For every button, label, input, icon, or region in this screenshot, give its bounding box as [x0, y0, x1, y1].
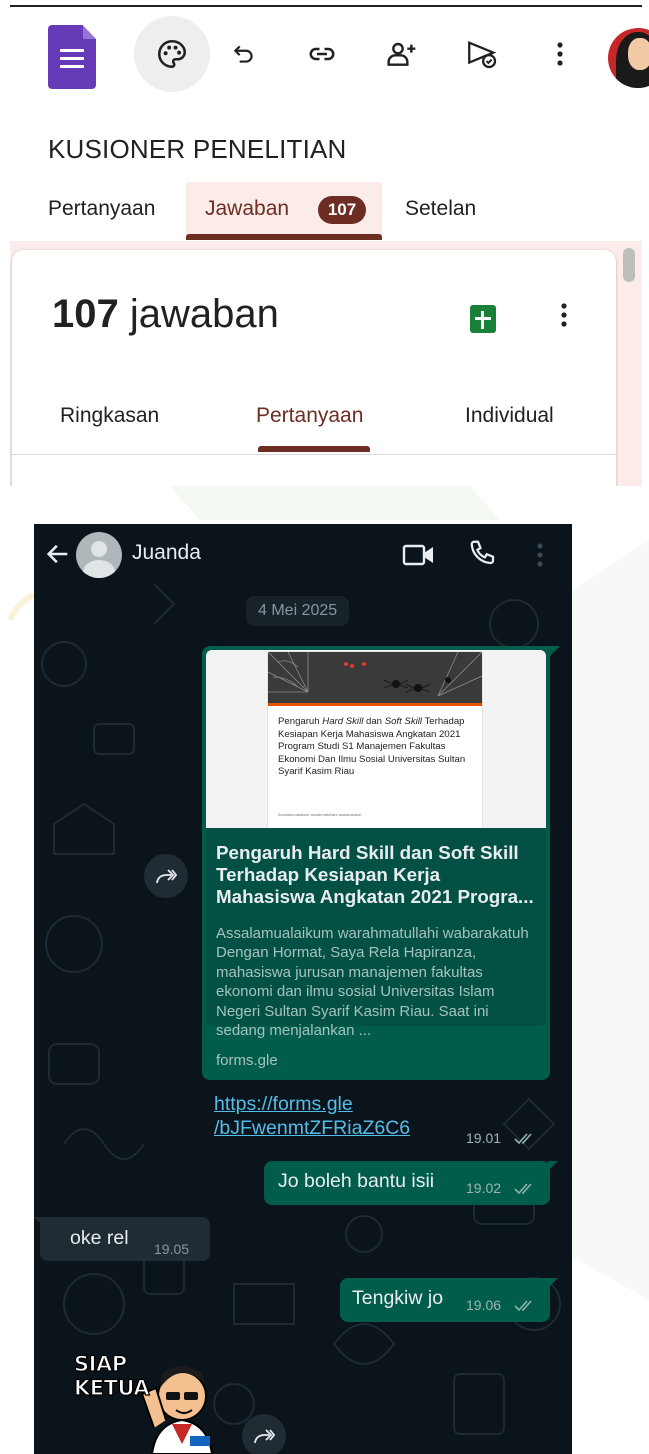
link-preview-domain: forms.gle: [216, 1052, 278, 1069]
responses-count-heading: 107 jawaban: [52, 292, 279, 336]
back-arrow-icon[interactable]: [44, 540, 72, 568]
response-count-badge: 107: [318, 196, 366, 224]
tab-jawaban[interactable]: Jawaban: [205, 197, 289, 221]
scrollbar[interactable]: [623, 248, 635, 282]
bubble-tail: [548, 1161, 558, 1171]
forward-icon[interactable]: [144, 854, 188, 898]
subtab-individual[interactable]: Individual: [465, 404, 554, 428]
form-header-thumbnail: Pengaruh Hard Skill dan Soft Skill Terha…: [267, 651, 483, 828]
forward-icon[interactable]: [242, 1414, 286, 1454]
divider: [12, 454, 616, 455]
link-preview-title: Pengaruh Hard Skill dan Soft Skill Terha…: [216, 842, 534, 907]
tab-setelan[interactable]: Setelan: [405, 197, 476, 221]
read-ticks-icon: [514, 1133, 532, 1145]
message-time: 19.05: [154, 1241, 190, 1257]
spider-web-decoration: [267, 651, 483, 697]
tab-pertanyaan[interactable]: Pertanyaan: [48, 197, 155, 221]
subtab-pertanyaan[interactable]: Pertanyaan: [256, 404, 363, 428]
form-banner: [267, 651, 483, 706]
read-ticks-icon: [514, 1300, 532, 1312]
message-text: Tengkiw jo: [352, 1287, 444, 1309]
more-vert-icon[interactable]: [536, 30, 584, 78]
link-preview-image[interactable]: Pengaruh Hard Skill dan Soft Skill Terha…: [206, 650, 546, 828]
account-avatar[interactable]: [608, 28, 649, 88]
contact-avatar[interactable]: [76, 532, 122, 578]
bubble-tail: [34, 1217, 42, 1225]
form-thumbnail-intro: Assalamualaikum warahmatullahi wabarakat…: [278, 812, 362, 817]
bubble-tail: [548, 1278, 558, 1288]
message-link[interactable]: https://forms.gle/bJFwenmtZFRiaZ6C6: [214, 1092, 454, 1140]
tab-active-indicator: [186, 234, 382, 240]
undo-icon[interactable]: [220, 30, 268, 78]
message-text: Jo boleh bantu isii: [278, 1170, 435, 1192]
document-page: KUSIONER PENELITIAN Pertanyaan Jawaban 1…: [0, 0, 649, 1454]
google-forms-screenshot: KUSIONER PENELITIAN Pertanyaan Jawaban 1…: [0, 0, 649, 486]
sticker-caption: SIAP KETUA: [73, 1351, 150, 1400]
date-separator: 4 Mei 2025: [246, 596, 350, 626]
contact-name[interactable]: Juanda: [132, 541, 201, 565]
message-time: 19.02: [466, 1180, 502, 1196]
message-text: oke rel: [70, 1227, 129, 1249]
more-vert-icon[interactable]: [552, 300, 576, 332]
phone-call-icon[interactable]: [468, 538, 498, 568]
subtab-ringkasan[interactable]: Ringkasan: [60, 404, 159, 428]
bubble-tail: [548, 646, 560, 658]
link-icon[interactable]: [298, 30, 346, 78]
message-time: 19.06: [466, 1297, 502, 1313]
link-preview-description: Assalamualaikum warahmatullahi wabarakat…: [216, 925, 529, 1040]
form-title: KUSIONER PENELITIAN: [48, 134, 347, 164]
send-icon[interactable]: [458, 30, 506, 78]
whatsapp-screenshot: Juanda 4 Mei 2025 Pengaruh Hard Skill da…: [34, 524, 572, 1454]
more-vert-icon[interactable]: [532, 540, 548, 570]
form-thumbnail-title: Pengaruh Hard Skill dan Soft Skill Terha…: [278, 716, 466, 778]
read-ticks-icon: [514, 1183, 532, 1195]
palette-icon[interactable]: [134, 16, 210, 92]
add-collaborator-icon[interactable]: [378, 30, 426, 78]
google-sheets-icon[interactable]: [470, 305, 496, 333]
divider: [10, 5, 642, 7]
google-forms-icon[interactable]: [48, 25, 96, 89]
subtab-active-indicator: [258, 446, 370, 452]
video-call-icon[interactable]: [402, 542, 436, 568]
message-time: 19.01: [466, 1130, 502, 1146]
